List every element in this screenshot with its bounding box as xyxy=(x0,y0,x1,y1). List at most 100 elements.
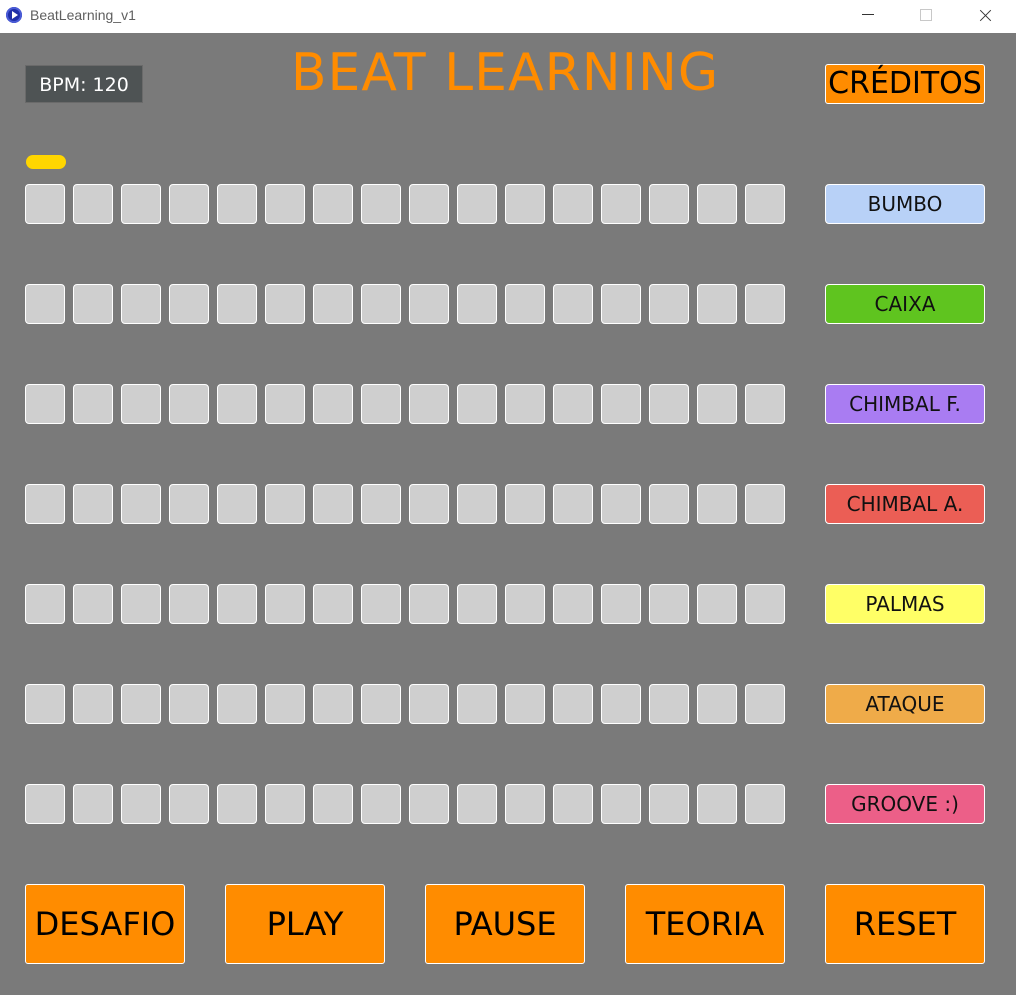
step-cell[interactable] xyxy=(505,284,545,324)
step-cell[interactable] xyxy=(25,384,65,424)
step-cell[interactable] xyxy=(121,484,161,524)
pause-button[interactable]: PAUSE xyxy=(425,884,585,964)
step-cell[interactable] xyxy=(73,384,113,424)
step-cell[interactable] xyxy=(361,684,401,724)
step-cell[interactable] xyxy=(25,684,65,724)
step-cell[interactable] xyxy=(73,484,113,524)
step-cell[interactable] xyxy=(649,784,689,824)
instrument-button[interactable]: ATAQUE xyxy=(825,684,985,724)
step-cell[interactable] xyxy=(457,484,497,524)
step-cell[interactable] xyxy=(361,284,401,324)
step-cell[interactable] xyxy=(553,284,593,324)
instrument-button[interactable]: GROOVE :) xyxy=(825,784,985,824)
step-cell[interactable] xyxy=(409,684,449,724)
step-cell[interactable] xyxy=(553,484,593,524)
instrument-button[interactable]: CHIMBAL A. xyxy=(825,484,985,524)
instrument-button[interactable]: CHIMBAL F. xyxy=(825,384,985,424)
instrument-button[interactable]: BUMBO xyxy=(825,184,985,224)
step-cell[interactable] xyxy=(601,784,641,824)
step-cell[interactable] xyxy=(313,184,353,224)
step-cell[interactable] xyxy=(409,284,449,324)
step-cell[interactable] xyxy=(217,184,257,224)
minimize-icon[interactable] xyxy=(840,0,898,33)
step-cell[interactable] xyxy=(505,784,545,824)
step-cell[interactable] xyxy=(25,284,65,324)
step-cell[interactable] xyxy=(745,384,785,424)
step-cell[interactable] xyxy=(745,584,785,624)
step-cell[interactable] xyxy=(265,384,305,424)
step-cell[interactable] xyxy=(697,484,737,524)
step-cell[interactable] xyxy=(505,184,545,224)
step-cell[interactable] xyxy=(601,284,641,324)
step-cell[interactable] xyxy=(265,584,305,624)
step-cell[interactable] xyxy=(313,784,353,824)
step-cell[interactable] xyxy=(121,184,161,224)
step-cell[interactable] xyxy=(217,584,257,624)
step-cell[interactable] xyxy=(313,384,353,424)
step-cell[interactable] xyxy=(73,284,113,324)
step-cell[interactable] xyxy=(361,584,401,624)
step-cell[interactable] xyxy=(457,284,497,324)
step-cell[interactable] xyxy=(73,684,113,724)
step-cell[interactable] xyxy=(649,384,689,424)
step-cell[interactable] xyxy=(745,184,785,224)
step-cell[interactable] xyxy=(73,184,113,224)
step-cell[interactable] xyxy=(745,784,785,824)
step-cell[interactable] xyxy=(553,184,593,224)
step-cell[interactable] xyxy=(457,584,497,624)
step-cell[interactable] xyxy=(697,284,737,324)
step-cell[interactable] xyxy=(553,684,593,724)
step-cell[interactable] xyxy=(601,484,641,524)
step-cell[interactable] xyxy=(745,484,785,524)
credits-button[interactable]: CRÉDITOS xyxy=(825,64,985,104)
step-cell[interactable] xyxy=(169,284,209,324)
step-cell[interactable] xyxy=(697,784,737,824)
close-icon[interactable] xyxy=(956,0,1014,33)
step-cell[interactable] xyxy=(649,684,689,724)
step-cell[interactable] xyxy=(601,384,641,424)
step-cell[interactable] xyxy=(313,584,353,624)
step-cell[interactable] xyxy=(121,284,161,324)
step-cell[interactable] xyxy=(649,584,689,624)
step-cell[interactable] xyxy=(745,684,785,724)
step-cell[interactable] xyxy=(265,484,305,524)
step-cell[interactable] xyxy=(121,684,161,724)
step-cell[interactable] xyxy=(409,484,449,524)
step-cell[interactable] xyxy=(745,284,785,324)
step-cell[interactable] xyxy=(361,484,401,524)
step-cell[interactable] xyxy=(217,784,257,824)
instrument-button[interactable]: CAIXA xyxy=(825,284,985,324)
step-cell[interactable] xyxy=(601,584,641,624)
step-cell[interactable] xyxy=(169,184,209,224)
step-cell[interactable] xyxy=(697,184,737,224)
teoria-button[interactable]: TEORIA xyxy=(625,884,785,964)
step-cell[interactable] xyxy=(457,184,497,224)
step-cell[interactable] xyxy=(217,384,257,424)
step-cell[interactable] xyxy=(553,784,593,824)
step-cell[interactable] xyxy=(169,484,209,524)
step-cell[interactable] xyxy=(457,684,497,724)
desafio-button[interactable]: DESAFIO xyxy=(25,884,185,964)
step-cell[interactable] xyxy=(217,684,257,724)
step-cell[interactable] xyxy=(505,684,545,724)
step-cell[interactable] xyxy=(25,484,65,524)
reset-button[interactable]: RESET xyxy=(825,884,985,964)
step-cell[interactable] xyxy=(553,584,593,624)
step-cell[interactable] xyxy=(361,384,401,424)
step-cell[interactable] xyxy=(409,384,449,424)
step-cell[interactable] xyxy=(313,684,353,724)
step-cell[interactable] xyxy=(73,584,113,624)
step-cell[interactable] xyxy=(697,684,737,724)
step-cell[interactable] xyxy=(217,284,257,324)
step-cell[interactable] xyxy=(697,384,737,424)
step-cell[interactable] xyxy=(361,784,401,824)
step-cell[interactable] xyxy=(505,584,545,624)
step-cell[interactable] xyxy=(169,684,209,724)
step-cell[interactable] xyxy=(25,584,65,624)
step-cell[interactable] xyxy=(121,784,161,824)
step-cell[interactable] xyxy=(169,584,209,624)
step-cell[interactable] xyxy=(313,484,353,524)
step-cell[interactable] xyxy=(601,684,641,724)
step-cell[interactable] xyxy=(505,384,545,424)
step-cell[interactable] xyxy=(409,184,449,224)
